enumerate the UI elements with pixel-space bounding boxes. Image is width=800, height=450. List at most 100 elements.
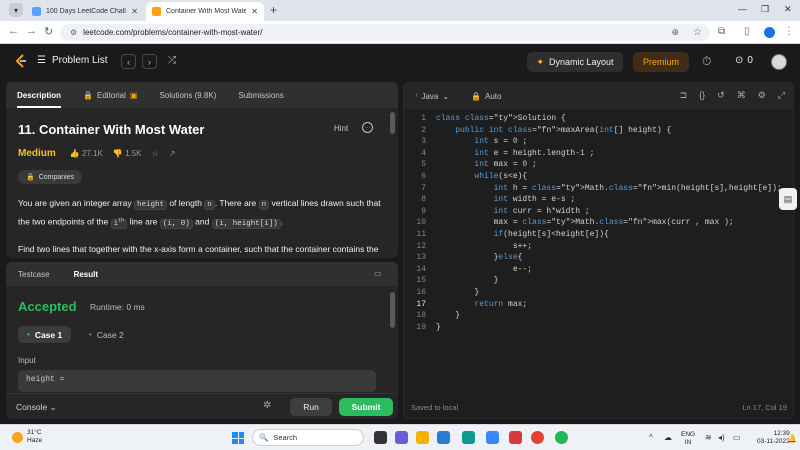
console-button[interactable]: Console ⌄ (16, 402, 57, 413)
dynamic-layout-button[interactable]: ✦ Dynamic Layout (527, 52, 623, 72)
close-tab-icon[interactable]: ✕ (251, 7, 258, 16)
edge-browser-icon[interactable] (462, 431, 475, 444)
result-scrollbar[interactable] (390, 292, 395, 328)
code-line[interactable]: 8 int width = e-s ; (404, 194, 793, 206)
tab-testcase[interactable]: Testcase (6, 262, 62, 286)
browser-tab-1[interactable]: 100 Days LeetCode Challenge ✕ (26, 2, 144, 21)
close-window-icon[interactable]: ✕ (784, 4, 792, 15)
problem-title[interactable]: 11. Container With Most Water (18, 122, 204, 137)
code-line[interactable]: 9 int curr = h*width ; (404, 206, 793, 218)
url-bar[interactable]: ⚙ leetcode.com/problems/container-with-m… (60, 24, 710, 41)
forward-icon[interactable]: → (26, 25, 37, 37)
tab-description[interactable]: Description (6, 82, 72, 108)
code-line[interactable]: 14 e--; (404, 264, 793, 276)
tab-result[interactable]: Result (62, 262, 110, 286)
tray-overflow-icon[interactable]: ^ (649, 433, 653, 442)
volume-icon[interactable]: ◂) (718, 433, 725, 442)
taskbar-search[interactable]: 🔍 Search (252, 429, 364, 446)
share-icon[interactable]: ↗ (169, 149, 176, 158)
autocomplete-toggle[interactable]: 🔒 Auto (471, 92, 501, 101)
task-view-icon[interactable] (374, 431, 387, 444)
back-icon[interactable]: ← (8, 25, 19, 37)
code-line[interactable]: 19} (404, 322, 793, 334)
store-icon[interactable] (437, 431, 450, 444)
app-icon[interactable] (486, 431, 499, 444)
notification-bell-icon[interactable]: 🔔 (787, 434, 797, 443)
code-line[interactable]: 3 int s = 0 ; (404, 136, 793, 148)
code-editor[interactable]: 1 class class="ty">Solution {2 public int… (404, 113, 793, 334)
user-avatar[interactable] (771, 54, 787, 70)
sidepanel-icon[interactable]: ▯ (744, 26, 750, 37)
dislike-button[interactable]: 👎 1.5K (113, 149, 142, 158)
case-2-button[interactable]: • Case 2 (80, 326, 133, 343)
code-line[interactable]: 17 return max; (404, 299, 793, 311)
code-line[interactable]: 4 int e = height.length-1 ; (404, 148, 793, 160)
tab-submissions[interactable]: Submissions (227, 82, 294, 108)
braces-icon[interactable]: {} (699, 90, 705, 101)
expand-panel-icon[interactable]: ▭ (374, 269, 382, 278)
like-button[interactable]: 👍 27.1K (70, 149, 103, 158)
profile-avatar-icon[interactable] (764, 27, 775, 38)
restore-icon[interactable]: ❐ (761, 4, 769, 15)
windows-start-icon[interactable] (232, 432, 244, 444)
battery-icon[interactable]: ▭ (733, 433, 741, 442)
streak-counter[interactable]: ⊙ 0 (735, 55, 753, 66)
code-line[interactable]: 6 while(s<e){ (404, 171, 793, 183)
problem-list-button[interactable]: ☰ Problem List (37, 55, 108, 66)
code-line[interactable]: 15 } (404, 275, 793, 287)
new-tab-icon[interactable]: + (270, 3, 277, 17)
hint-button[interactable]: Hint (334, 124, 348, 133)
menu-kebab-icon[interactable]: ⋮ (784, 26, 794, 37)
premium-button[interactable]: Premium (633, 52, 689, 72)
timer-icon[interactable]: ⏱ (702, 54, 711, 69)
settings-gear-icon[interactable]: ⚙ (758, 90, 766, 101)
code-line[interactable]: 11 if(height[s]<height[e]){ (404, 229, 793, 241)
more-options-icon[interactable]: ··· (362, 122, 373, 133)
code-line[interactable]: 18 } (404, 310, 793, 322)
spotify-icon[interactable] (555, 431, 568, 444)
shortcut-icon[interactable]: ⌘ (737, 90, 746, 101)
tab-search-icon[interactable]: ▾ (9, 3, 23, 17)
url-text[interactable]: leetcode.com/problems/container-with-mos… (83, 28, 262, 37)
browser-tab-2[interactable]: Container With Most Water - L ✕ (146, 2, 264, 21)
mcafee-icon[interactable] (509, 431, 522, 444)
minimize-icon[interactable]: — (738, 4, 747, 14)
file-explorer-icon[interactable] (416, 431, 429, 444)
code-line[interactable]: 1 class class="ty">Solution { (404, 113, 793, 125)
code-line[interactable]: 2 public int class="fn">maxArea(int[] he… (404, 125, 793, 137)
code-line[interactable]: 12 s++; (404, 241, 793, 253)
favorite-star-icon[interactable]: ☆ (152, 149, 159, 158)
code-line[interactable]: 5 int max = 0 ; (404, 159, 793, 171)
description-scrollbar[interactable] (390, 112, 395, 134)
tab-editorial[interactable]: 🔒 Editorial ▣ (72, 82, 148, 108)
extensions-icon[interactable]: ⧉ (718, 26, 725, 37)
weather-widget[interactable]: 31°C Haze (12, 429, 42, 445)
next-problem-icon[interactable]: › (142, 54, 157, 69)
notes-side-icon[interactable]: ▤ (779, 188, 797, 210)
code-line[interactable]: 13 }else{ (404, 252, 793, 264)
onedrive-icon[interactable]: ☁ (664, 433, 672, 442)
site-info-icon[interactable]: ⚙ (70, 28, 77, 37)
submit-button[interactable]: Submit (339, 398, 393, 416)
zoom-icon[interactable]: ⊕ (671, 27, 679, 38)
case-1-button[interactable]: • Case 1 (18, 326, 72, 343)
chat-app-icon[interactable] (395, 431, 408, 444)
code-line[interactable]: 7 int h = class="ty">Math.class="fn">min… (404, 183, 793, 195)
bookmark-star-icon[interactable]: ☆ (693, 27, 702, 38)
shuffle-icon[interactable]: ⤮ (168, 55, 176, 66)
companies-tag[interactable]: 🔒 Companies (18, 170, 83, 184)
leetcode-logo-icon[interactable] (14, 54, 27, 69)
reset-icon[interactable]: ↺ (717, 90, 725, 101)
language-indicator[interactable]: ENG IN (681, 431, 695, 447)
debug-icon[interactable]: ✲ (263, 400, 271, 411)
fullscreen-icon[interactable]: ⤢ (778, 90, 785, 101)
bookmark-icon[interactable]: ⊐ (680, 90, 688, 101)
close-tab-icon[interactable]: ✕ (131, 7, 138, 16)
chrome-icon[interactable] (531, 431, 544, 444)
language-select[interactable]: ⁱ Java ⌄ (416, 92, 449, 101)
wifi-icon[interactable]: ≋ (705, 433, 712, 442)
code-line[interactable]: 10 max = class="ty">Math.class="fn">max(… (404, 217, 793, 229)
run-button[interactable]: Run (290, 398, 332, 416)
reload-icon[interactable]: ↻ (44, 25, 53, 38)
tab-solutions[interactable]: Solutions (9.8K) (148, 82, 227, 108)
